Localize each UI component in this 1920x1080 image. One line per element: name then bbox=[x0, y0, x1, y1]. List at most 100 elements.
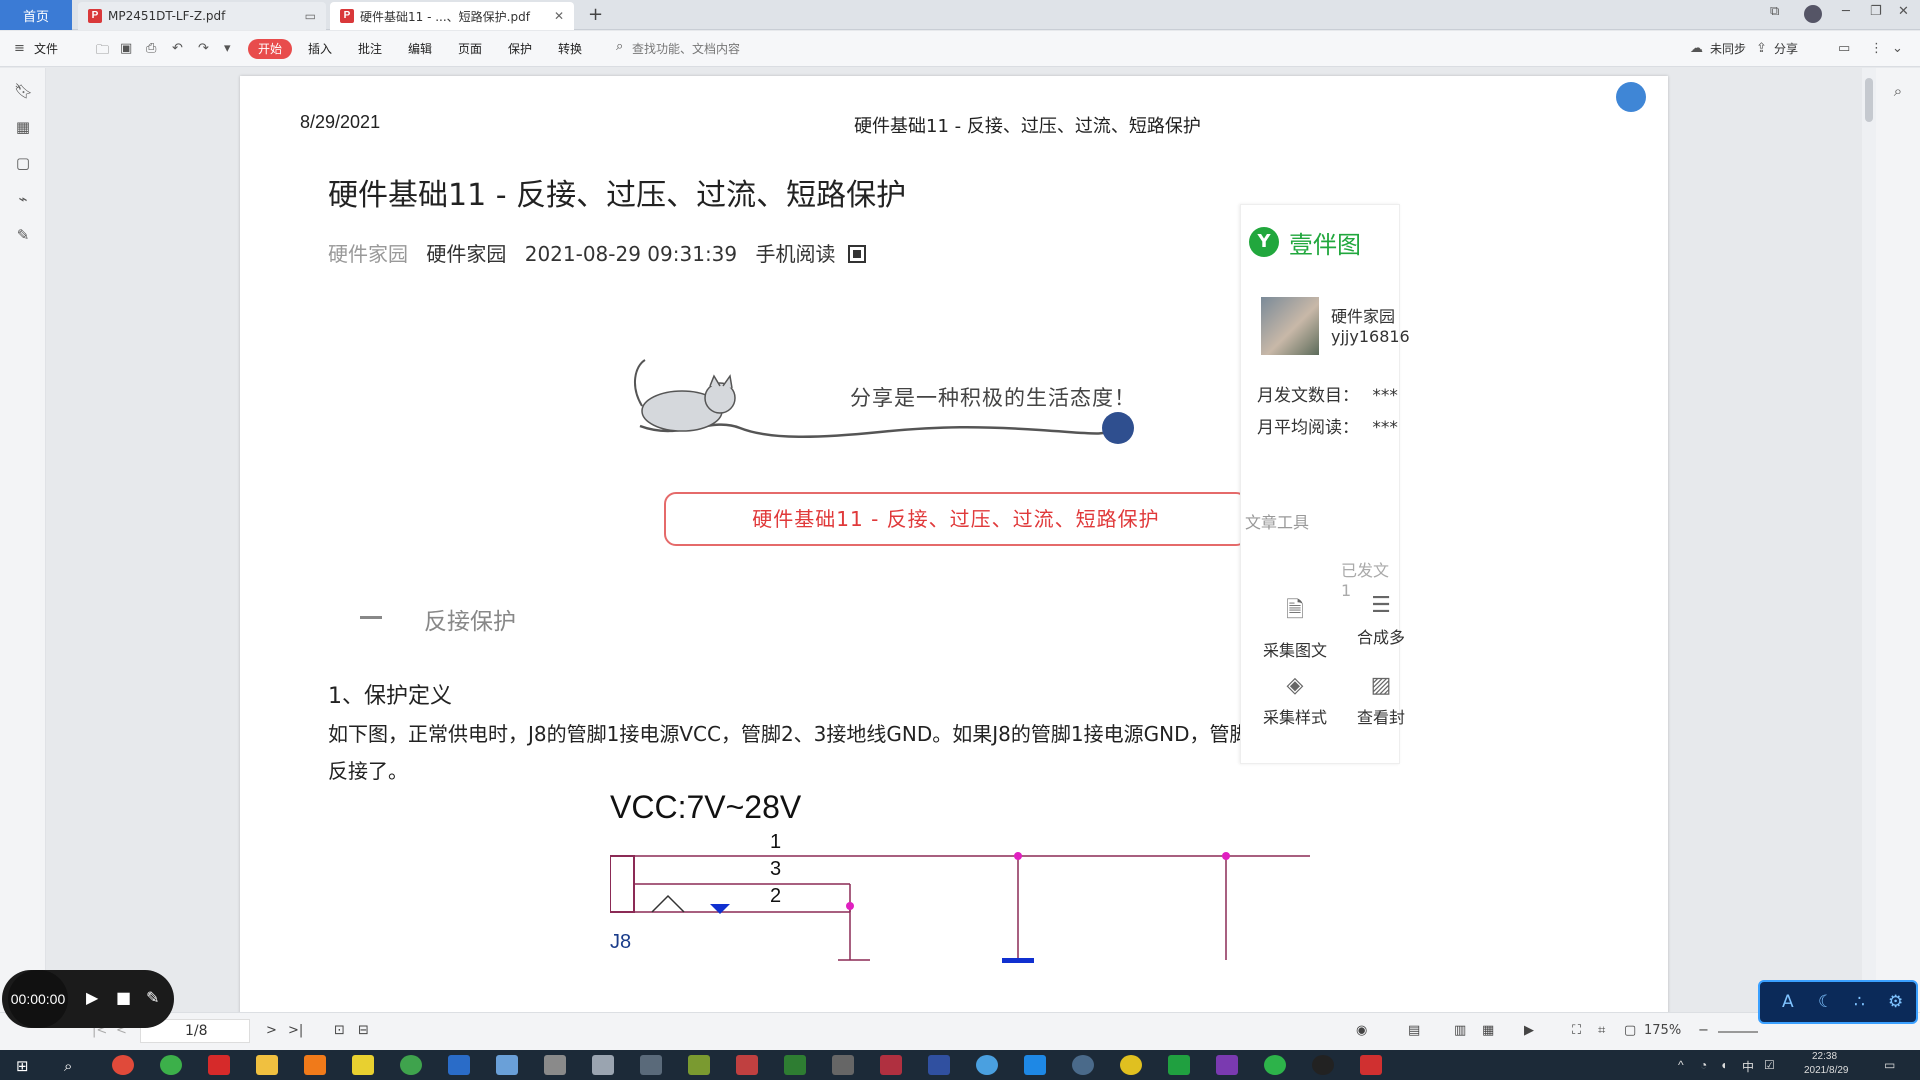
last-page-icon[interactable]: >| bbox=[288, 1023, 303, 1038]
clock-time[interactable]: 22:38 bbox=[1812, 1051, 1837, 1062]
dots-icon[interactable]: ∴ bbox=[1854, 992, 1865, 1012]
zoom-out-icon[interactable]: − bbox=[1698, 1023, 1709, 1038]
window-close-icon[interactable]: ✕ bbox=[1898, 4, 1909, 19]
pdf-app-icon[interactable] bbox=[880, 1055, 902, 1075]
record-play-icon[interactable]: ▶ bbox=[86, 988, 98, 1007]
fit-width-icon[interactable]: ⊟ bbox=[358, 1023, 369, 1038]
attachment-icon[interactable]: ⌁ bbox=[14, 190, 32, 208]
taskbar-search-icon[interactable]: ⌕ bbox=[64, 1057, 72, 1075]
app-icon[interactable] bbox=[208, 1055, 230, 1075]
globe-icon[interactable] bbox=[976, 1055, 998, 1075]
visual-studio-icon[interactable] bbox=[1216, 1055, 1238, 1075]
collapse-icon[interactable]: ⌄ bbox=[1892, 41, 1903, 56]
scissors-icon[interactable] bbox=[832, 1055, 854, 1075]
pads-icon[interactable] bbox=[688, 1055, 710, 1075]
user-avatar[interactable] bbox=[1804, 5, 1822, 23]
sync-status[interactable]: 未同步 bbox=[1710, 40, 1746, 57]
new-tab-button[interactable]: + bbox=[588, 4, 603, 25]
comment-list-icon[interactable]: ▢ bbox=[14, 154, 32, 172]
comment-icon[interactable]: ▭ bbox=[1838, 41, 1850, 56]
close-icon[interactable]: ✕ bbox=[554, 9, 564, 23]
menu-convert[interactable]: 转换 bbox=[558, 40, 582, 57]
menu-page[interactable]: 页面 bbox=[458, 40, 482, 57]
assistant-avatar[interactable] bbox=[1616, 82, 1646, 112]
collect-style-button[interactable]: ◈ 采集样式 bbox=[1255, 673, 1335, 728]
zoom-slider[interactable] bbox=[1718, 1031, 1758, 1033]
eye-protect-icon[interactable]: ◉ bbox=[1356, 1023, 1367, 1038]
share-button[interactable]: 分享 bbox=[1774, 40, 1798, 57]
tray-expand-icon[interactable]: ^ bbox=[1678, 1058, 1684, 1072]
zoom-search-icon[interactable]: ⌕ bbox=[1889, 82, 1907, 100]
play-icon[interactable]: ▶ bbox=[1524, 1023, 1534, 1038]
print-icon[interactable]: ⎙ bbox=[146, 41, 156, 56]
open-folder-icon[interactable]: 🗀 bbox=[96, 41, 109, 63]
wps-icon[interactable] bbox=[1360, 1055, 1382, 1075]
app-gray-icon[interactable] bbox=[544, 1055, 566, 1075]
schematic-icon[interactable] bbox=[736, 1055, 758, 1075]
video-icon[interactable] bbox=[448, 1055, 470, 1075]
hamburger-icon[interactable]: ≡ bbox=[14, 41, 25, 56]
search-input[interactable]: 查找功能、文档内容 bbox=[632, 40, 740, 57]
clock-date[interactable]: 2021/8/29 bbox=[1804, 1065, 1849, 1076]
record-pen-icon[interactable]: ✎ bbox=[146, 988, 159, 1007]
browser-icon[interactable] bbox=[160, 1055, 182, 1075]
record-stop-icon[interactable]: ■ bbox=[116, 988, 131, 1007]
undo-icon[interactable]: ↶ bbox=[172, 41, 183, 56]
double-page-icon[interactable]: ▥ bbox=[1454, 1023, 1466, 1038]
menu-edit[interactable]: 编辑 bbox=[408, 40, 432, 57]
tab-mp2451[interactable]: P MP2451DT-LF-Z.pdf ▭ bbox=[78, 2, 326, 30]
menu-file[interactable]: 文件 bbox=[34, 40, 58, 57]
restore-icon[interactable]: ❐ bbox=[1870, 4, 1882, 19]
volume-icon[interactable]: ◖ bbox=[1720, 1058, 1727, 1072]
compose-multi-button[interactable]: ☰ 合成多 bbox=[1341, 593, 1421, 648]
iqiyi-icon[interactable] bbox=[1168, 1055, 1190, 1075]
collect-text-button[interactable]: 🗎 采集图文 bbox=[1255, 593, 1335, 661]
next-page-icon[interactable]: > bbox=[266, 1023, 277, 1038]
excel-icon[interactable] bbox=[784, 1055, 806, 1075]
thumbnail-icon[interactable]: ▦ bbox=[14, 118, 32, 136]
tab-hardware-basics[interactable]: P 硬件基础11 - ...、短路保护.pdf ✕ bbox=[330, 2, 574, 30]
fullscreen-icon[interactable]: ⛶ bbox=[1572, 1023, 1581, 1038]
window-list-icon[interactable]: ⧉ bbox=[1770, 4, 1779, 19]
ime-indicator[interactable]: 中 bbox=[1742, 1058, 1754, 1075]
single-page-icon[interactable]: ▤ bbox=[1408, 1023, 1420, 1038]
windows-start-icon[interactable]: ⊞ bbox=[16, 1057, 29, 1075]
minimize-icon[interactable]: ─ bbox=[1842, 4, 1850, 19]
vertical-scrollbar[interactable] bbox=[1862, 68, 1876, 1012]
more-icon[interactable]: ⋮ bbox=[1870, 41, 1883, 56]
wechat-icon[interactable] bbox=[1264, 1055, 1286, 1075]
chart-app-icon[interactable] bbox=[928, 1055, 950, 1075]
tray-check-icon[interactable]: ☑ bbox=[1764, 1058, 1775, 1072]
zoom-level[interactable]: 175% bbox=[1644, 1023, 1681, 1038]
crop-icon[interactable]: ⌗ bbox=[1598, 1023, 1605, 1038]
gear-icon[interactable]: ⚙ bbox=[1888, 992, 1903, 1012]
tool-icon[interactable] bbox=[496, 1055, 518, 1075]
more-dropdown-icon[interactable]: ▾ bbox=[224, 41, 231, 56]
save-icon[interactable]: ▣ bbox=[120, 41, 132, 56]
document-canvas[interactable]: 8/29/2021 硬件基础11 - 反接、过压、过流、短路保护 硬件基础11 … bbox=[46, 68, 1862, 1012]
redo-icon[interactable]: ↷ bbox=[198, 41, 209, 56]
signature-icon[interactable]: ✎ bbox=[14, 226, 32, 244]
notification-icon[interactable]: ▭ bbox=[1884, 1058, 1895, 1072]
qq-icon[interactable] bbox=[1312, 1055, 1334, 1075]
view-icon[interactable]: ▢ bbox=[1624, 1023, 1636, 1038]
network-icon[interactable]: ◔ bbox=[1700, 1058, 1707, 1072]
menu-start[interactable]: 开始 bbox=[248, 39, 292, 59]
app-green-icon[interactable] bbox=[400, 1055, 422, 1075]
moon-icon[interactable]: ☾ bbox=[1818, 992, 1833, 1012]
mx-icon[interactable] bbox=[1024, 1055, 1046, 1075]
app-dark-icon[interactable] bbox=[640, 1055, 662, 1075]
view-cover-button[interactable]: ▨ 查看封 bbox=[1341, 673, 1421, 728]
text-a-icon[interactable]: A bbox=[1782, 992, 1794, 1012]
chrome-icon[interactable] bbox=[112, 1055, 134, 1075]
app-silver-icon[interactable] bbox=[592, 1055, 614, 1075]
book-view-icon[interactable]: ▦ bbox=[1482, 1023, 1494, 1038]
tool2-icon[interactable] bbox=[1072, 1055, 1094, 1075]
bookmark-icon[interactable]: 🔖︎ bbox=[14, 82, 33, 100]
tab-home[interactable]: 首页 bbox=[0, 0, 72, 30]
fit-page-icon[interactable]: ⊡ bbox=[334, 1023, 345, 1038]
app-yellow-icon[interactable] bbox=[1120, 1055, 1142, 1075]
folder-icon[interactable] bbox=[256, 1055, 278, 1075]
menu-annotate[interactable]: 批注 bbox=[358, 40, 382, 57]
menu-insert[interactable]: 插入 bbox=[308, 40, 332, 57]
